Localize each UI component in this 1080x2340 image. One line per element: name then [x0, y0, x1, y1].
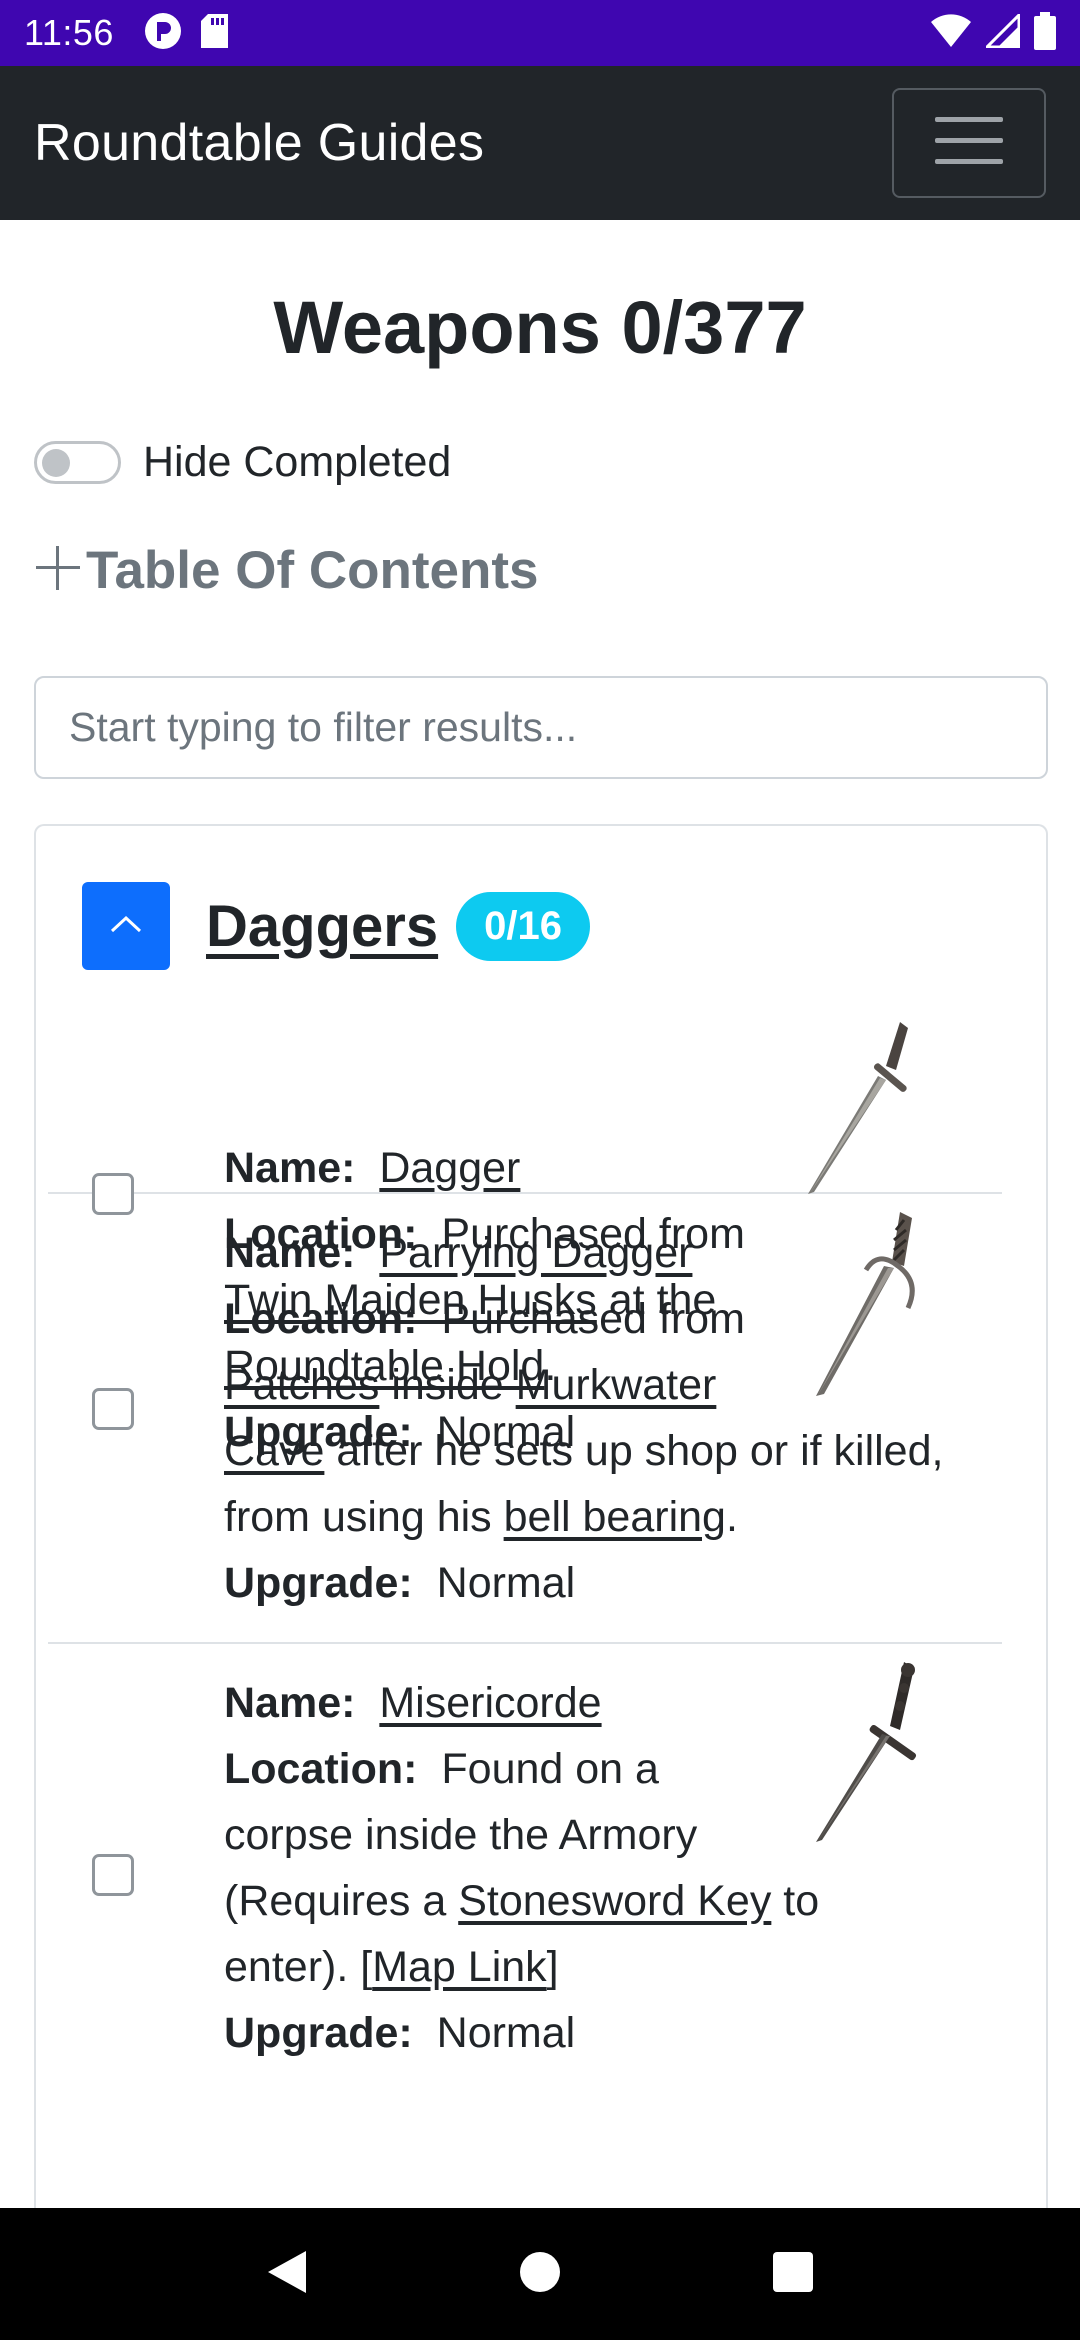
- location-text: corpse inside the Armory: [224, 1811, 698, 1859]
- location-text: after he sets up shop or if killed,: [336, 1427, 944, 1475]
- item-checkbox[interactable]: [92, 1388, 134, 1430]
- bell-bearing-link[interactable]: bell bearing: [504, 1493, 726, 1541]
- item-name-link[interactable]: Misericorde: [379, 1679, 601, 1727]
- status-bar: 11:56: [0, 0, 1080, 66]
- name-label: Name:: [224, 1144, 356, 1192]
- navbar: Roundtable Guides: [0, 66, 1080, 220]
- category-title[interactable]: Daggers: [206, 893, 438, 960]
- wifi-icon: [930, 13, 972, 53]
- list-item: Name: Parrying Dagger Location: Purchase…: [48, 1194, 1002, 1644]
- hide-completed-row: Hide Completed: [34, 438, 451, 487]
- hide-completed-toggle[interactable]: [34, 441, 121, 484]
- list-item: Name: Dagger Location: Purchased from Tw…: [48, 1018, 1002, 1456]
- upgrade-value: Normal: [436, 2009, 576, 2057]
- toc-label: Table Of Contents: [86, 541, 539, 600]
- category-count-badge: 0/16: [456, 891, 590, 961]
- location-text: inside: [391, 1361, 504, 1409]
- list-item: Name: Misericorde Location: Found on a c…: [48, 1644, 1002, 2224]
- system-nav-bar: [0, 2208, 1080, 2340]
- signal-icon: [983, 10, 1021, 53]
- murkwater-cave-link[interactable]: Cave: [224, 1427, 324, 1475]
- parrying-dagger-image: [808, 1210, 918, 1405]
- daggers-card: Daggers 0/16 Name: Dagger Location: Purc…: [34, 824, 1048, 2224]
- item-name-link[interactable]: Dagger: [379, 1144, 520, 1192]
- category-header: Daggers 0/16: [82, 882, 590, 970]
- name-label: Name:: [224, 1229, 356, 1277]
- app-notification-icon: [144, 12, 182, 55]
- map-link[interactable]: Map Link: [372, 1943, 546, 1991]
- battery-icon: [1034, 11, 1056, 55]
- hide-completed-label[interactable]: Hide Completed: [143, 438, 451, 487]
- location-label: Location:: [224, 1745, 418, 1793]
- recents-icon[interactable]: [772, 2251, 814, 2298]
- upgrade-label: Upgrade:: [224, 2009, 413, 2057]
- item-checkbox[interactable]: [92, 1854, 134, 1896]
- status-time: 11:56: [24, 12, 114, 53]
- location-text: to: [783, 1877, 820, 1925]
- location-text: Purchased from: [441, 1295, 745, 1343]
- patches-link[interactable]: Patches: [224, 1361, 379, 1409]
- back-icon[interactable]: [266, 2249, 308, 2300]
- page-title: Weapons 0/377: [273, 286, 807, 369]
- location-text: .: [725, 1493, 738, 1541]
- location-label: Location:: [224, 1295, 418, 1343]
- filter-input[interactable]: [34, 676, 1048, 779]
- chevron-up-icon: [109, 914, 143, 939]
- bracket-close: ]: [546, 1943, 559, 1991]
- name-label: Name:: [224, 1679, 356, 1727]
- upgrade-label: Upgrade:: [224, 1559, 413, 1607]
- collapse-button[interactable]: [82, 882, 170, 970]
- plus-icon: [34, 544, 82, 597]
- bracket-open: [: [360, 1943, 373, 1991]
- dagger-image: [800, 1018, 910, 1203]
- location-text: enter).: [224, 1943, 349, 1991]
- murkwater-cave-link[interactable]: Murkwater: [516, 1361, 717, 1409]
- location-text: Found on a: [441, 1745, 659, 1793]
- upgrade-value: Normal: [436, 1559, 576, 1607]
- location-text: (Requires a: [224, 1877, 447, 1925]
- hamburger-icon: [935, 115, 1003, 172]
- location-text: from using his: [224, 1493, 492, 1541]
- misericorde-image: [808, 1660, 918, 1855]
- sd-card-icon: [200, 13, 230, 54]
- table-of-contents-toggle[interactable]: Table Of Contents: [34, 540, 538, 601]
- item-name-link[interactable]: Parrying Dagger: [379, 1229, 692, 1277]
- navbar-brand[interactable]: Roundtable Guides: [34, 113, 484, 173]
- stonesword-key-link[interactable]: Stonesword Key: [458, 1877, 771, 1925]
- home-icon[interactable]: [519, 2251, 561, 2298]
- menu-toggle-button[interactable]: [892, 88, 1046, 198]
